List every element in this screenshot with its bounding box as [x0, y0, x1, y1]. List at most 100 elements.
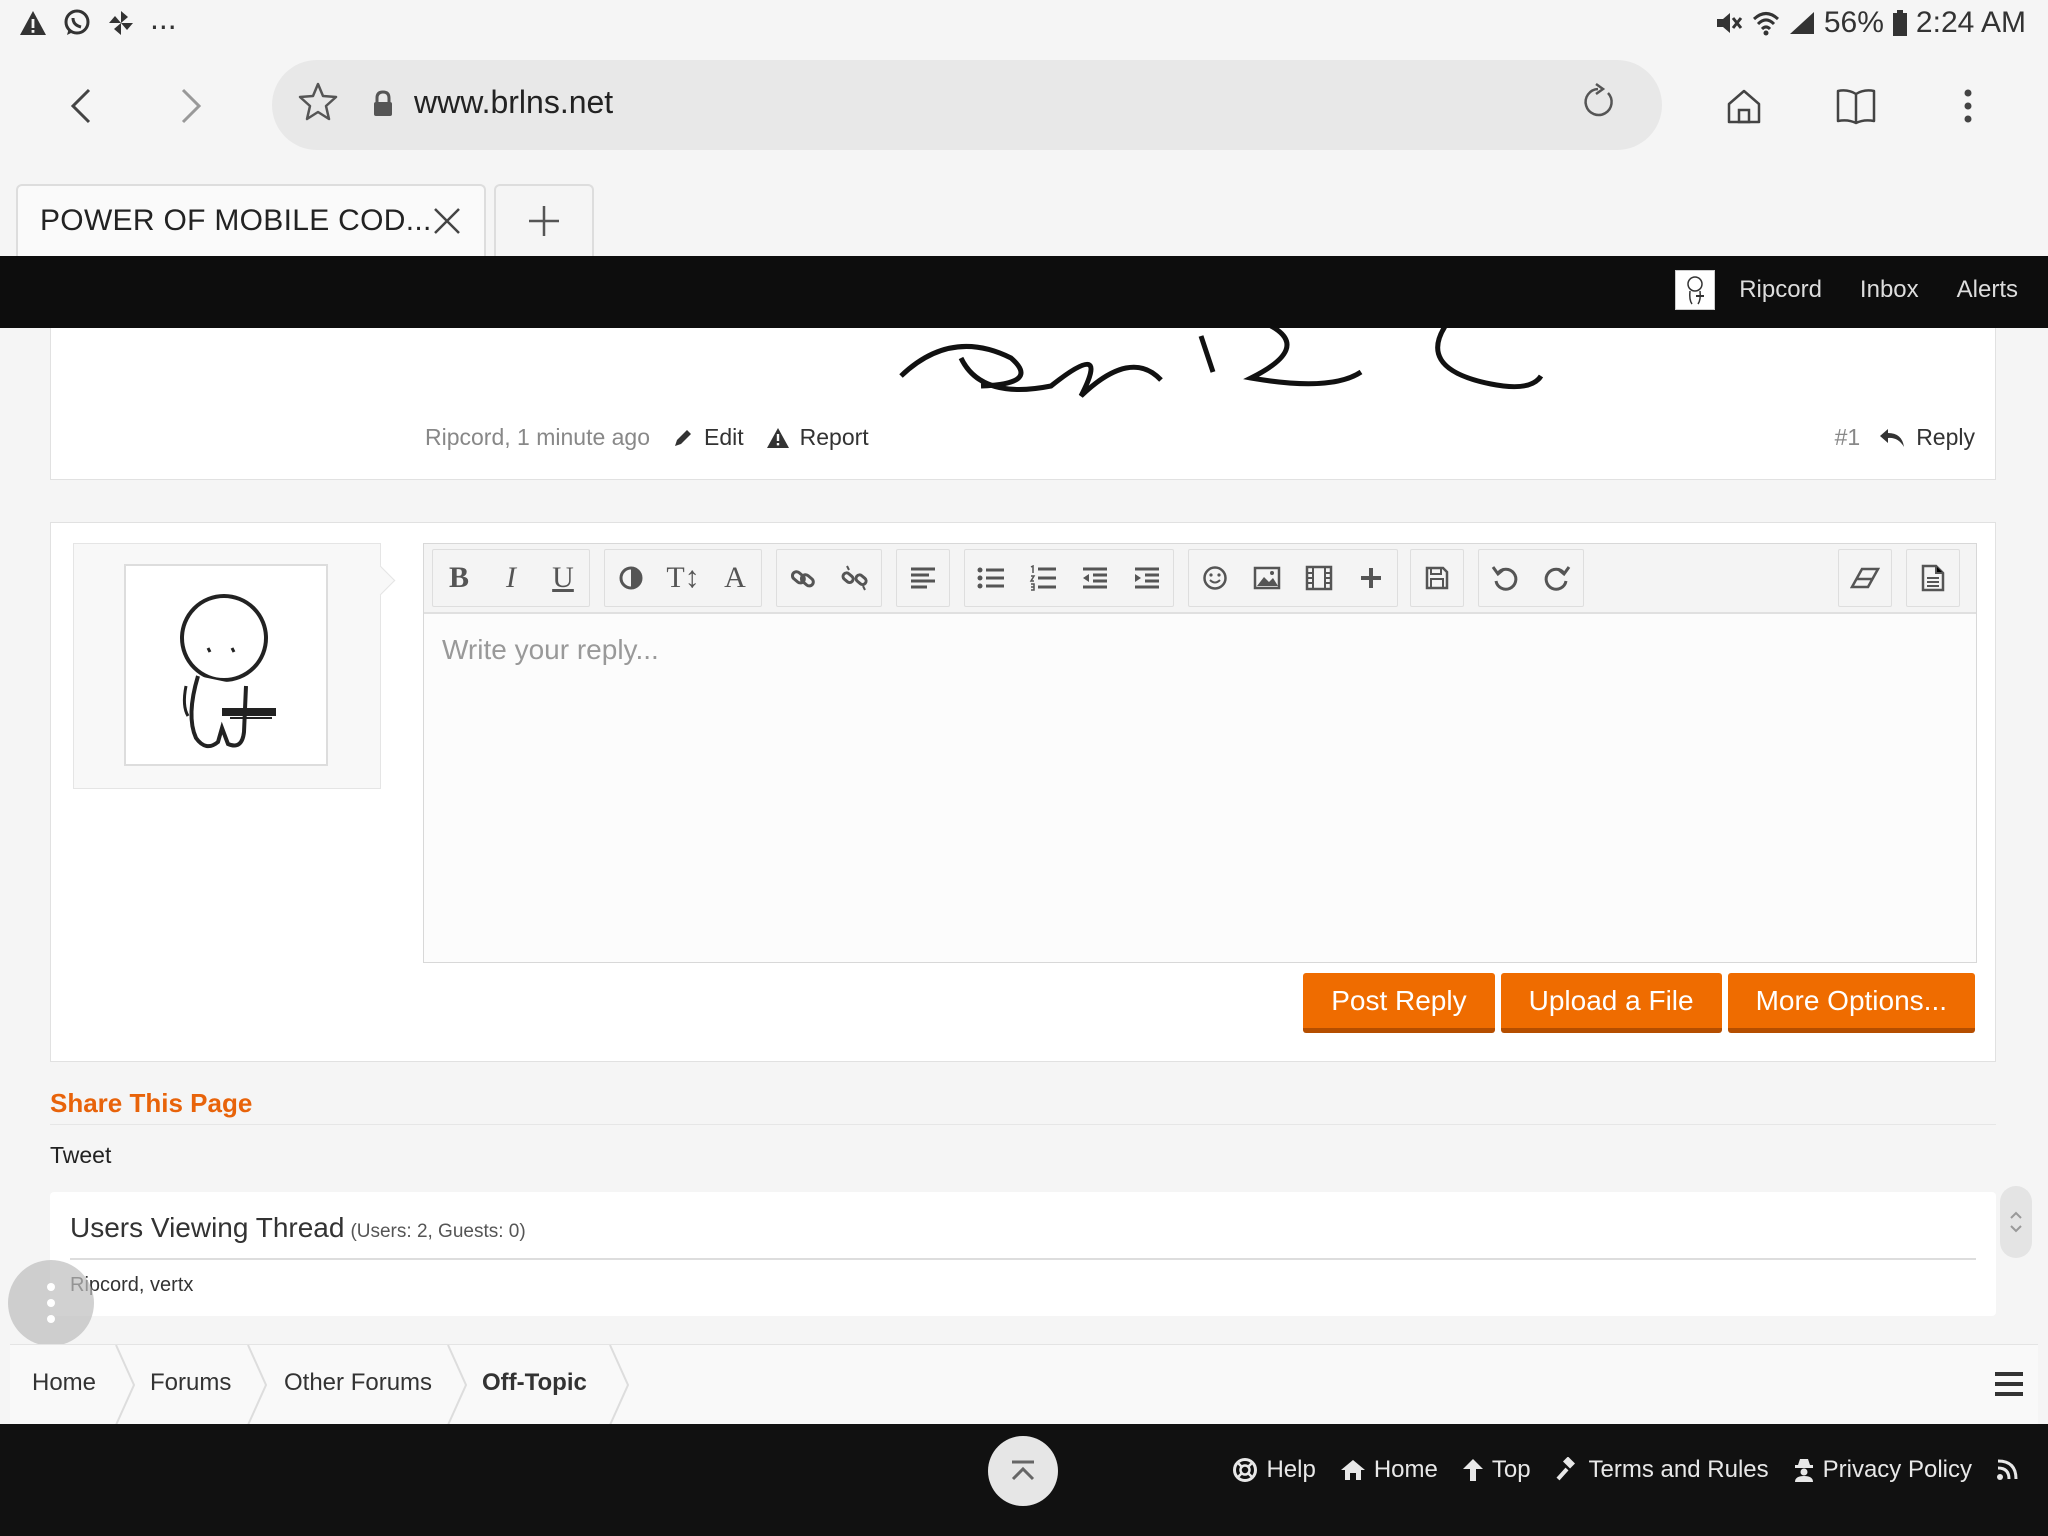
save-draft-button[interactable] [1411, 550, 1463, 606]
post-author-time[interactable]: Ripcord, 1 minute ago [425, 424, 650, 451]
inbox-link[interactable]: Inbox [1860, 276, 1919, 304]
bookmark-star-icon[interactable] [296, 80, 340, 124]
contrast-icon [619, 566, 643, 590]
help-link[interactable]: Help [1232, 1456, 1316, 1484]
save-group [1410, 549, 1464, 607]
remove-formatting-button[interactable] [1839, 550, 1891, 606]
avatar[interactable] [124, 564, 328, 766]
insert-link-button[interactable] [777, 550, 829, 606]
viewers-divider [70, 1258, 1976, 1260]
browser-menu-button[interactable] [1940, 78, 1996, 134]
editor-toolbar: B I U T↕ A [424, 544, 1976, 614]
insert-image-button[interactable] [1241, 550, 1293, 606]
chevron-right-icon [181, 88, 202, 124]
underline-button[interactable]: U [537, 550, 589, 606]
forward-button[interactable] [164, 78, 220, 134]
smilies-button[interactable] [1189, 550, 1241, 606]
report-label: Report [799, 424, 869, 450]
status-bar: ... 56% 2:24 AM [0, 0, 2048, 48]
back-button[interactable] [52, 78, 108, 134]
format-group: B I U [432, 549, 590, 607]
italic-button[interactable]: I [485, 550, 537, 606]
user-avatar-small[interactable] [1675, 270, 1716, 310]
font-size-button[interactable]: T↕ [657, 550, 709, 606]
redo-icon [1544, 566, 1571, 591]
new-tab-button[interactable] [494, 184, 594, 256]
kebab-menu-icon [1964, 89, 1972, 123]
arrow-up-icon [1462, 1459, 1483, 1481]
breadcrumb-separator [115, 1345, 136, 1425]
tweet-button[interactable]: Tweet [50, 1142, 111, 1169]
signal-icon [1788, 10, 1816, 36]
share-divider [50, 1124, 1996, 1125]
edit-link[interactable]: Edit [672, 424, 744, 451]
toggle-bbcode-button[interactable] [1907, 550, 1959, 606]
bold-button[interactable]: B [433, 550, 485, 606]
reply-link[interactable]: Reply [1878, 424, 1975, 451]
breadcrumb-forums[interactable]: Forums [150, 1369, 231, 1397]
breadcrumb-other-forums[interactable]: Other Forums [284, 1369, 432, 1397]
indent-button[interactable] [1121, 550, 1173, 606]
reply-textarea[interactable]: Write your reply... [442, 634, 659, 666]
align-group [896, 549, 950, 607]
floppy-disk-icon [1425, 566, 1449, 590]
home-label: Home [1373, 1456, 1438, 1483]
breadcrumb-home[interactable]: Home [32, 1369, 96, 1397]
home-button[interactable] [1716, 78, 1772, 134]
chevron-down-icon [2010, 1225, 2022, 1233]
reply-avatar-panel [73, 543, 381, 789]
share-heading: Share This Page [50, 1088, 253, 1118]
report-link[interactable]: Report [766, 424, 869, 451]
lock-icon [372, 90, 394, 118]
redo-button[interactable] [1531, 550, 1583, 606]
kebab-menu-icon [47, 1283, 55, 1323]
address-bar[interactable]: www.brlns.net [272, 60, 1662, 150]
alerts-link[interactable]: Alerts [1957, 276, 2018, 304]
post-reply-button[interactable]: Post Reply [1303, 973, 1495, 1033]
account-link[interactable]: Ripcord [1739, 276, 1822, 304]
align-button[interactable] [897, 550, 949, 606]
image-icon [1253, 566, 1281, 590]
terms-label: Terms and Rules [1588, 1456, 1769, 1483]
warning-icon [18, 9, 48, 37]
remove-link-button[interactable] [829, 550, 881, 606]
rss-icon [1997, 1459, 2018, 1480]
list-numbers-icon [1029, 565, 1056, 591]
privacy-label: Privacy Policy [1822, 1456, 1972, 1483]
style-group: T↕ A [604, 549, 762, 607]
insert-more-button[interactable] [1345, 550, 1397, 606]
text-color-button[interactable] [605, 550, 657, 606]
close-icon[interactable] [432, 206, 462, 236]
hamburger-menu-icon[interactable] [1994, 1371, 2024, 1397]
breadcrumb: Home Forums Other Forums Off-Topic [10, 1344, 2038, 1425]
bulleted-list-button[interactable] [965, 550, 1017, 606]
undo-button[interactable] [1479, 550, 1531, 606]
scroll-to-top-button[interactable] [988, 1436, 1058, 1506]
upload-file-button[interactable]: Upload a File [1500, 973, 1722, 1033]
floating-menu-button[interactable] [8, 1260, 94, 1346]
warning-icon [766, 427, 789, 448]
outdent-button[interactable] [1069, 550, 1121, 606]
post-permalink[interactable]: #1 [1835, 424, 1861, 451]
browser-tab[interactable]: POWER OF MOBILE COD... [16, 184, 486, 256]
top-link[interactable]: Top [1462, 1456, 1531, 1484]
privacy-link[interactable]: Privacy Policy [1793, 1456, 1972, 1484]
terms-link[interactable]: Terms and Rules [1555, 1456, 1769, 1484]
rss-link[interactable] [1996, 1459, 2018, 1481]
more-options-button[interactable]: More Options... [1727, 973, 1975, 1033]
bookmarks-button[interactable] [1828, 78, 1884, 134]
font-family-button[interactable]: A [709, 550, 761, 606]
edit-label: Edit [704, 424, 744, 450]
forum-page: Ripcord, 1 minute ago Edit Report #1 Rep… [8, 328, 2038, 1425]
open-book-icon [1836, 89, 1876, 125]
breadcrumb-off-topic[interactable]: Off-Topic [482, 1369, 587, 1397]
reload-icon[interactable] [1578, 82, 1618, 122]
scrollbar-handle[interactable] [2000, 1186, 2032, 1258]
numbered-list-button[interactable] [1017, 550, 1069, 606]
pinwheel-icon [106, 8, 136, 38]
home-link[interactable]: Home [1340, 1456, 1438, 1484]
whatsapp-icon [62, 8, 92, 38]
tab-title: POWER OF MOBILE COD... [40, 204, 432, 237]
insert-media-button[interactable] [1293, 550, 1345, 606]
film-icon [1305, 565, 1333, 591]
